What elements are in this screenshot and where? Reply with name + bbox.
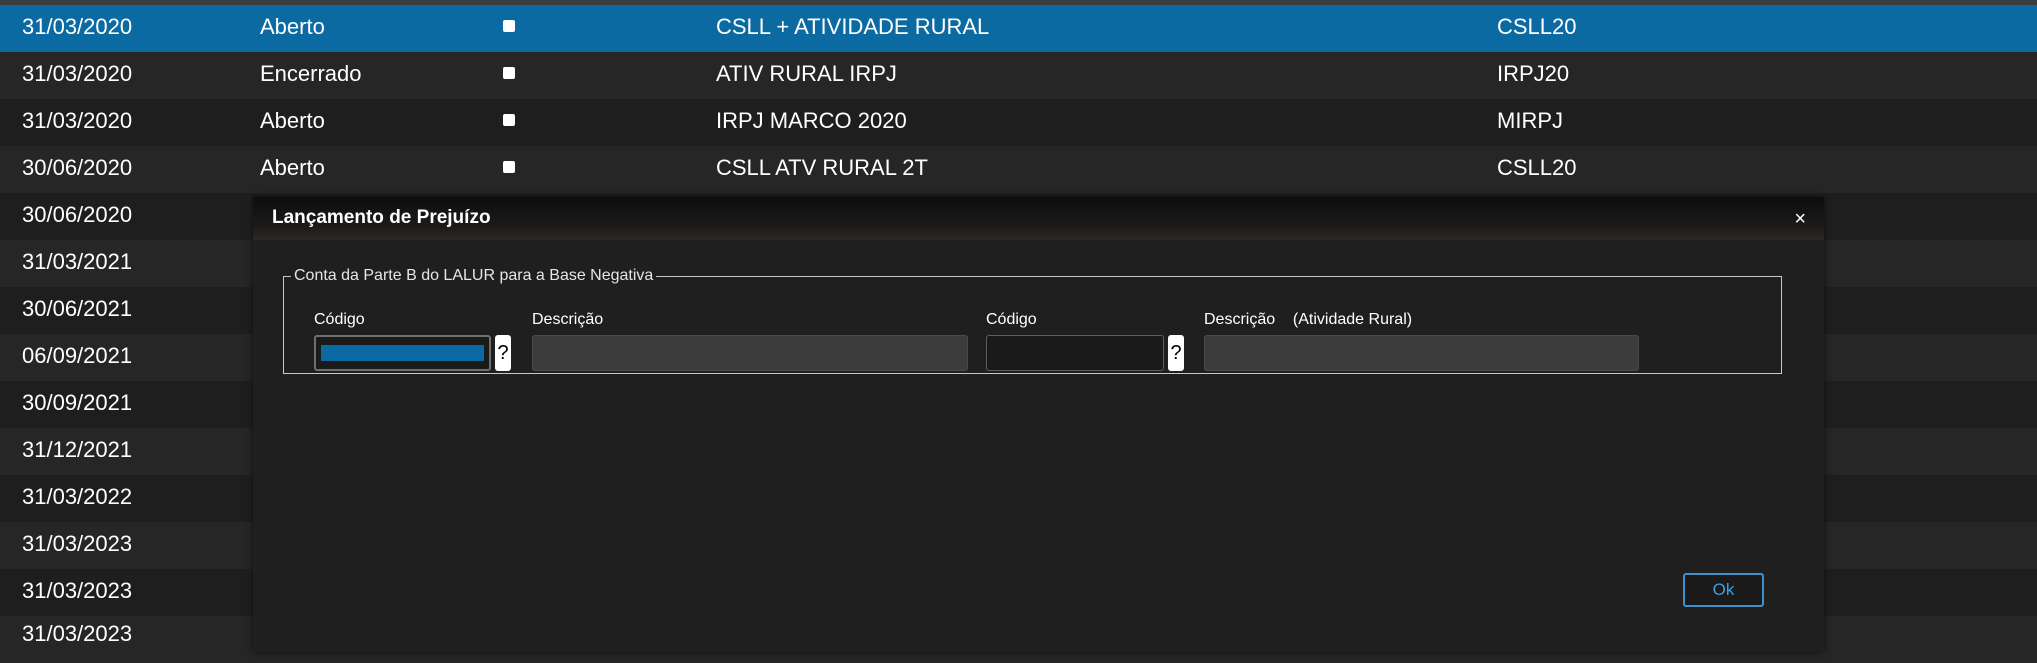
close-icon[interactable]: × <box>1794 208 1806 231</box>
codigo-rural-label: Código <box>986 311 1037 328</box>
descricao-label: Descrição <box>532 311 604 328</box>
row-code: IRPJ20 <box>1497 61 1570 86</box>
row-date: 31/03/2020 <box>22 61 133 86</box>
table-row[interactable]: 30/06/2020 Aberto CSLL ATV RURAL 2T CSLL… <box>0 146 2037 193</box>
table-row[interactable]: 31/03/2020 Encerrado ATIV RURAL IRPJ IRP… <box>0 52 2037 99</box>
row-date: 30/09/2021 <box>22 390 133 415</box>
row-date: 31/03/2022 <box>22 484 133 509</box>
row-status: Aberto <box>260 155 325 180</box>
row-date: 31/03/2023 <box>22 578 133 603</box>
row-date: 30/06/2020 <box>22 155 133 180</box>
ok-button[interactable]: Ok <box>1683 573 1764 607</box>
table-row[interactable]: 31/03/2020 Aberto IRPJ MARCO 2020 MIRPJ <box>0 99 2037 146</box>
fieldset-legend: Conta da Parte B do LALUR para a Base Ne… <box>294 267 654 284</box>
row-code: MIRPJ <box>1497 108 1563 133</box>
row-date: 30/06/2020 <box>22 202 133 227</box>
row-status: Aberto <box>260 108 325 133</box>
row-date: 31/12/2021 <box>22 437 133 462</box>
row-description: ATIV RURAL IRPJ <box>716 61 897 86</box>
codigo-label: Código <box>314 311 365 328</box>
row-date: 31/03/2020 <box>22 14 133 39</box>
codigo-selection <box>321 345 484 361</box>
descricao-rural-field <box>1204 335 1639 371</box>
row-date: 31/03/2020 <box>22 108 133 133</box>
row-checkbox[interactable] <box>503 161 515 173</box>
dialog-header: Lançamento de Prejuízo × <box>253 197 1824 240</box>
row-date: 30/06/2021 <box>22 296 133 321</box>
row-date: 31/03/2023 <box>22 621 133 646</box>
row-description: CSLL + ATIVIDADE RURAL <box>716 14 990 39</box>
row-description: IRPJ MARCO 2020 <box>716 108 907 133</box>
lalur-account-fieldset: Conta da Parte B do LALUR para a Base Ne… <box>283 267 1782 374</box>
codigo-help-button[interactable]: ? <box>495 335 511 371</box>
row-checkbox[interactable] <box>503 114 515 126</box>
row-status: Aberto <box>260 14 325 39</box>
loss-entry-dialog: Lançamento de Prejuízo × Conta da Parte … <box>253 197 1824 652</box>
row-checkbox[interactable] <box>503 20 515 32</box>
row-code: CSLL20 <box>1497 155 1577 180</box>
row-date: 06/09/2021 <box>22 343 133 368</box>
codigo-rural-help-button[interactable]: ? <box>1168 335 1184 371</box>
dialog-body: Conta da Parte B do LALUR para a Base Ne… <box>253 240 1824 652</box>
descricao-field <box>532 335 968 371</box>
descricao-rural-label: Descrição (Atividade Rural) <box>1204 311 1413 328</box>
codigo-rural-input[interactable] <box>986 335 1164 371</box>
row-date: 31/03/2021 <box>22 249 133 274</box>
row-code: CSLL20 <box>1497 14 1577 39</box>
row-checkbox[interactable] <box>503 67 515 79</box>
row-status: Encerrado <box>260 61 362 86</box>
row-date: 31/03/2023 <box>22 531 133 556</box>
row-description: CSLL ATV RURAL 2T <box>716 155 928 180</box>
codigo-input[interactable] <box>314 335 491 371</box>
dialog-title: Lançamento de Prejuízo <box>272 207 491 228</box>
table-row[interactable]: 31/03/2020 Aberto CSLL + ATIVIDADE RURAL… <box>0 5 2037 52</box>
